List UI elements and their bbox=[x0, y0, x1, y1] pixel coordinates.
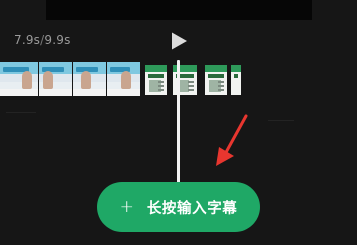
video-preview bbox=[46, 0, 312, 20]
slide-frame-thumbnail bbox=[231, 65, 241, 95]
timecode: 7.9s/9.9s bbox=[14, 33, 71, 47]
video-frame-thumbnail bbox=[0, 62, 38, 96]
total-time: 9.9s bbox=[44, 33, 71, 47]
play-icon bbox=[172, 32, 187, 50]
video-frame-thumbnail bbox=[107, 62, 140, 96]
divider bbox=[268, 120, 294, 121]
add-caption-label: 长按输入字幕 bbox=[146, 200, 238, 217]
video-frame-thumbnail bbox=[73, 62, 106, 96]
slide-frame-thumbnail bbox=[145, 65, 167, 95]
red-arrow-icon bbox=[216, 114, 248, 166]
plus-icon: + bbox=[119, 196, 134, 217]
divider bbox=[6, 112, 36, 113]
playhead[interactable] bbox=[177, 60, 180, 200]
current-time: 7.9s bbox=[14, 33, 41, 47]
add-caption-button[interactable]: + 长按输入字幕 bbox=[97, 182, 260, 232]
video-frame-thumbnail bbox=[39, 62, 72, 96]
play-button[interactable] bbox=[168, 30, 190, 52]
slide-frame-thumbnail bbox=[205, 65, 227, 95]
